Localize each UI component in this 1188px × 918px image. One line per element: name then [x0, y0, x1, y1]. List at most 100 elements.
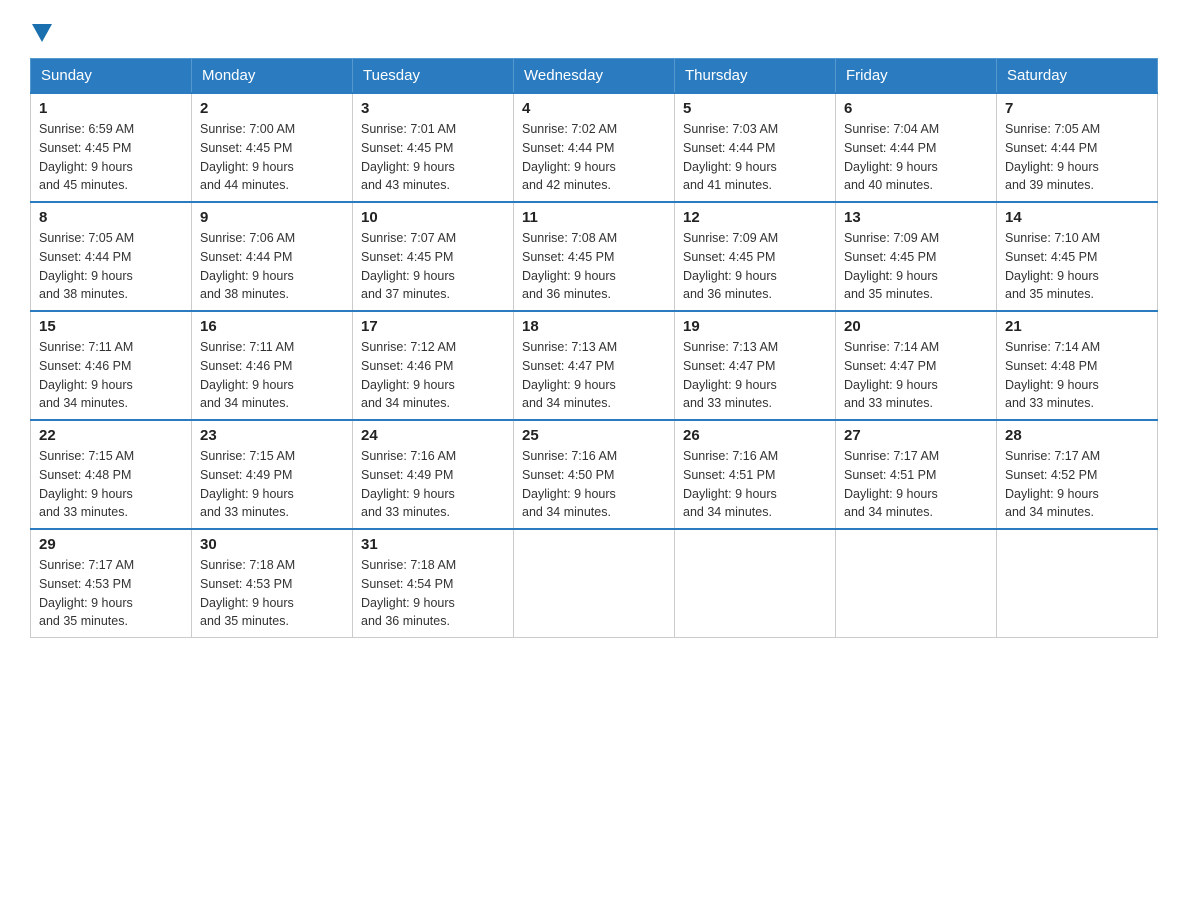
day-info: Sunrise: 7:12 AM Sunset: 4:46 PM Dayligh…: [361, 338, 505, 413]
calendar-cell: 11 Sunrise: 7:08 AM Sunset: 4:45 PM Dayl…: [514, 202, 675, 311]
calendar-cell: 23 Sunrise: 7:15 AM Sunset: 4:49 PM Dayl…: [192, 420, 353, 529]
day-info: Sunrise: 7:01 AM Sunset: 4:45 PM Dayligh…: [361, 120, 505, 195]
logo-triangle-icon: [32, 24, 52, 42]
calendar-header-thursday: Thursday: [675, 59, 836, 94]
calendar-cell: 7 Sunrise: 7:05 AM Sunset: 4:44 PM Dayli…: [997, 93, 1158, 202]
calendar-cell: 17 Sunrise: 7:12 AM Sunset: 4:46 PM Dayl…: [353, 311, 514, 420]
day-number: 13: [844, 209, 988, 226]
calendar-header-monday: Monday: [192, 59, 353, 94]
day-info: Sunrise: 7:17 AM Sunset: 4:51 PM Dayligh…: [844, 447, 988, 522]
day-info: Sunrise: 7:09 AM Sunset: 4:45 PM Dayligh…: [844, 229, 988, 304]
calendar-header-row: SundayMondayTuesdayWednesdayThursdayFrid…: [31, 59, 1158, 94]
day-number: 25: [522, 427, 666, 444]
day-info: Sunrise: 7:08 AM Sunset: 4:45 PM Dayligh…: [522, 229, 666, 304]
day-number: 10: [361, 209, 505, 226]
day-number: 2: [200, 100, 344, 117]
day-info: Sunrise: 7:07 AM Sunset: 4:45 PM Dayligh…: [361, 229, 505, 304]
day-info: Sunrise: 7:17 AM Sunset: 4:52 PM Dayligh…: [1005, 447, 1149, 522]
day-number: 19: [683, 318, 827, 335]
day-number: 15: [39, 318, 183, 335]
calendar-week-row-2: 8 Sunrise: 7:05 AM Sunset: 4:44 PM Dayli…: [31, 202, 1158, 311]
day-number: 9: [200, 209, 344, 226]
day-number: 27: [844, 427, 988, 444]
day-number: 24: [361, 427, 505, 444]
calendar-cell: 19 Sunrise: 7:13 AM Sunset: 4:47 PM Dayl…: [675, 311, 836, 420]
day-info: Sunrise: 7:04 AM Sunset: 4:44 PM Dayligh…: [844, 120, 988, 195]
day-info: Sunrise: 7:05 AM Sunset: 4:44 PM Dayligh…: [1005, 120, 1149, 195]
calendar-cell: 5 Sunrise: 7:03 AM Sunset: 4:44 PM Dayli…: [675, 93, 836, 202]
day-number: 23: [200, 427, 344, 444]
calendar-cell: 20 Sunrise: 7:14 AM Sunset: 4:47 PM Dayl…: [836, 311, 997, 420]
calendar-cell: 28 Sunrise: 7:17 AM Sunset: 4:52 PM Dayl…: [997, 420, 1158, 529]
calendar-cell: 22 Sunrise: 7:15 AM Sunset: 4:48 PM Dayl…: [31, 420, 192, 529]
calendar-cell: 15 Sunrise: 7:11 AM Sunset: 4:46 PM Dayl…: [31, 311, 192, 420]
day-number: 28: [1005, 427, 1149, 444]
calendar-cell: 8 Sunrise: 7:05 AM Sunset: 4:44 PM Dayli…: [31, 202, 192, 311]
calendar-cell: [514, 529, 675, 638]
day-number: 22: [39, 427, 183, 444]
day-number: 1: [39, 100, 183, 117]
day-info: Sunrise: 7:14 AM Sunset: 4:47 PM Dayligh…: [844, 338, 988, 413]
day-info: Sunrise: 7:13 AM Sunset: 4:47 PM Dayligh…: [522, 338, 666, 413]
calendar-week-row-5: 29 Sunrise: 7:17 AM Sunset: 4:53 PM Dayl…: [31, 529, 1158, 638]
calendar-cell: 10 Sunrise: 7:07 AM Sunset: 4:45 PM Dayl…: [353, 202, 514, 311]
day-info: Sunrise: 7:14 AM Sunset: 4:48 PM Dayligh…: [1005, 338, 1149, 413]
calendar-cell: 27 Sunrise: 7:17 AM Sunset: 4:51 PM Dayl…: [836, 420, 997, 529]
day-number: 21: [1005, 318, 1149, 335]
day-info: Sunrise: 7:05 AM Sunset: 4:44 PM Dayligh…: [39, 229, 183, 304]
day-number: 17: [361, 318, 505, 335]
day-info: Sunrise: 7:18 AM Sunset: 4:54 PM Dayligh…: [361, 556, 505, 631]
calendar-header-friday: Friday: [836, 59, 997, 94]
calendar-cell: 9 Sunrise: 7:06 AM Sunset: 4:44 PM Dayli…: [192, 202, 353, 311]
day-info: Sunrise: 7:11 AM Sunset: 4:46 PM Dayligh…: [200, 338, 344, 413]
day-number: 7: [1005, 100, 1149, 117]
day-number: 14: [1005, 209, 1149, 226]
calendar-header-sunday: Sunday: [31, 59, 192, 94]
calendar-cell: 30 Sunrise: 7:18 AM Sunset: 4:53 PM Dayl…: [192, 529, 353, 638]
calendar-cell: [997, 529, 1158, 638]
day-info: Sunrise: 6:59 AM Sunset: 4:45 PM Dayligh…: [39, 120, 183, 195]
calendar-cell: 21 Sunrise: 7:14 AM Sunset: 4:48 PM Dayl…: [997, 311, 1158, 420]
page-header: [30, 20, 1158, 40]
day-info: Sunrise: 7:09 AM Sunset: 4:45 PM Dayligh…: [683, 229, 827, 304]
day-info: Sunrise: 7:16 AM Sunset: 4:49 PM Dayligh…: [361, 447, 505, 522]
calendar-header-tuesday: Tuesday: [353, 59, 514, 94]
day-info: Sunrise: 7:06 AM Sunset: 4:44 PM Dayligh…: [200, 229, 344, 304]
calendar-cell: 2 Sunrise: 7:00 AM Sunset: 4:45 PM Dayli…: [192, 93, 353, 202]
calendar-cell: 14 Sunrise: 7:10 AM Sunset: 4:45 PM Dayl…: [997, 202, 1158, 311]
day-info: Sunrise: 7:17 AM Sunset: 4:53 PM Dayligh…: [39, 556, 183, 631]
day-info: Sunrise: 7:13 AM Sunset: 4:47 PM Dayligh…: [683, 338, 827, 413]
day-info: Sunrise: 7:15 AM Sunset: 4:49 PM Dayligh…: [200, 447, 344, 522]
calendar-week-row-1: 1 Sunrise: 6:59 AM Sunset: 4:45 PM Dayli…: [31, 93, 1158, 202]
day-number: 20: [844, 318, 988, 335]
day-number: 8: [39, 209, 183, 226]
calendar-cell: 18 Sunrise: 7:13 AM Sunset: 4:47 PM Dayl…: [514, 311, 675, 420]
day-info: Sunrise: 7:15 AM Sunset: 4:48 PM Dayligh…: [39, 447, 183, 522]
calendar-week-row-3: 15 Sunrise: 7:11 AM Sunset: 4:46 PM Dayl…: [31, 311, 1158, 420]
day-number: 4: [522, 100, 666, 117]
calendar-cell: 24 Sunrise: 7:16 AM Sunset: 4:49 PM Dayl…: [353, 420, 514, 529]
day-number: 31: [361, 536, 505, 553]
calendar-cell: 25 Sunrise: 7:16 AM Sunset: 4:50 PM Dayl…: [514, 420, 675, 529]
calendar-cell: 1 Sunrise: 6:59 AM Sunset: 4:45 PM Dayli…: [31, 93, 192, 202]
day-info: Sunrise: 7:10 AM Sunset: 4:45 PM Dayligh…: [1005, 229, 1149, 304]
day-info: Sunrise: 7:00 AM Sunset: 4:45 PM Dayligh…: [200, 120, 344, 195]
day-info: Sunrise: 7:03 AM Sunset: 4:44 PM Dayligh…: [683, 120, 827, 195]
day-number: 6: [844, 100, 988, 117]
calendar-cell: 4 Sunrise: 7:02 AM Sunset: 4:44 PM Dayli…: [514, 93, 675, 202]
day-number: 11: [522, 209, 666, 226]
calendar-header-saturday: Saturday: [997, 59, 1158, 94]
calendar-cell: 13 Sunrise: 7:09 AM Sunset: 4:45 PM Dayl…: [836, 202, 997, 311]
day-number: 12: [683, 209, 827, 226]
day-number: 29: [39, 536, 183, 553]
calendar-cell: 16 Sunrise: 7:11 AM Sunset: 4:46 PM Dayl…: [192, 311, 353, 420]
calendar-cell: 6 Sunrise: 7:04 AM Sunset: 4:44 PM Dayli…: [836, 93, 997, 202]
calendar-cell: 29 Sunrise: 7:17 AM Sunset: 4:53 PM Dayl…: [31, 529, 192, 638]
day-number: 26: [683, 427, 827, 444]
day-number: 18: [522, 318, 666, 335]
calendar-cell: 3 Sunrise: 7:01 AM Sunset: 4:45 PM Dayli…: [353, 93, 514, 202]
day-info: Sunrise: 7:11 AM Sunset: 4:46 PM Dayligh…: [39, 338, 183, 413]
calendar-cell: 26 Sunrise: 7:16 AM Sunset: 4:51 PM Dayl…: [675, 420, 836, 529]
day-number: 5: [683, 100, 827, 117]
day-info: Sunrise: 7:16 AM Sunset: 4:50 PM Dayligh…: [522, 447, 666, 522]
